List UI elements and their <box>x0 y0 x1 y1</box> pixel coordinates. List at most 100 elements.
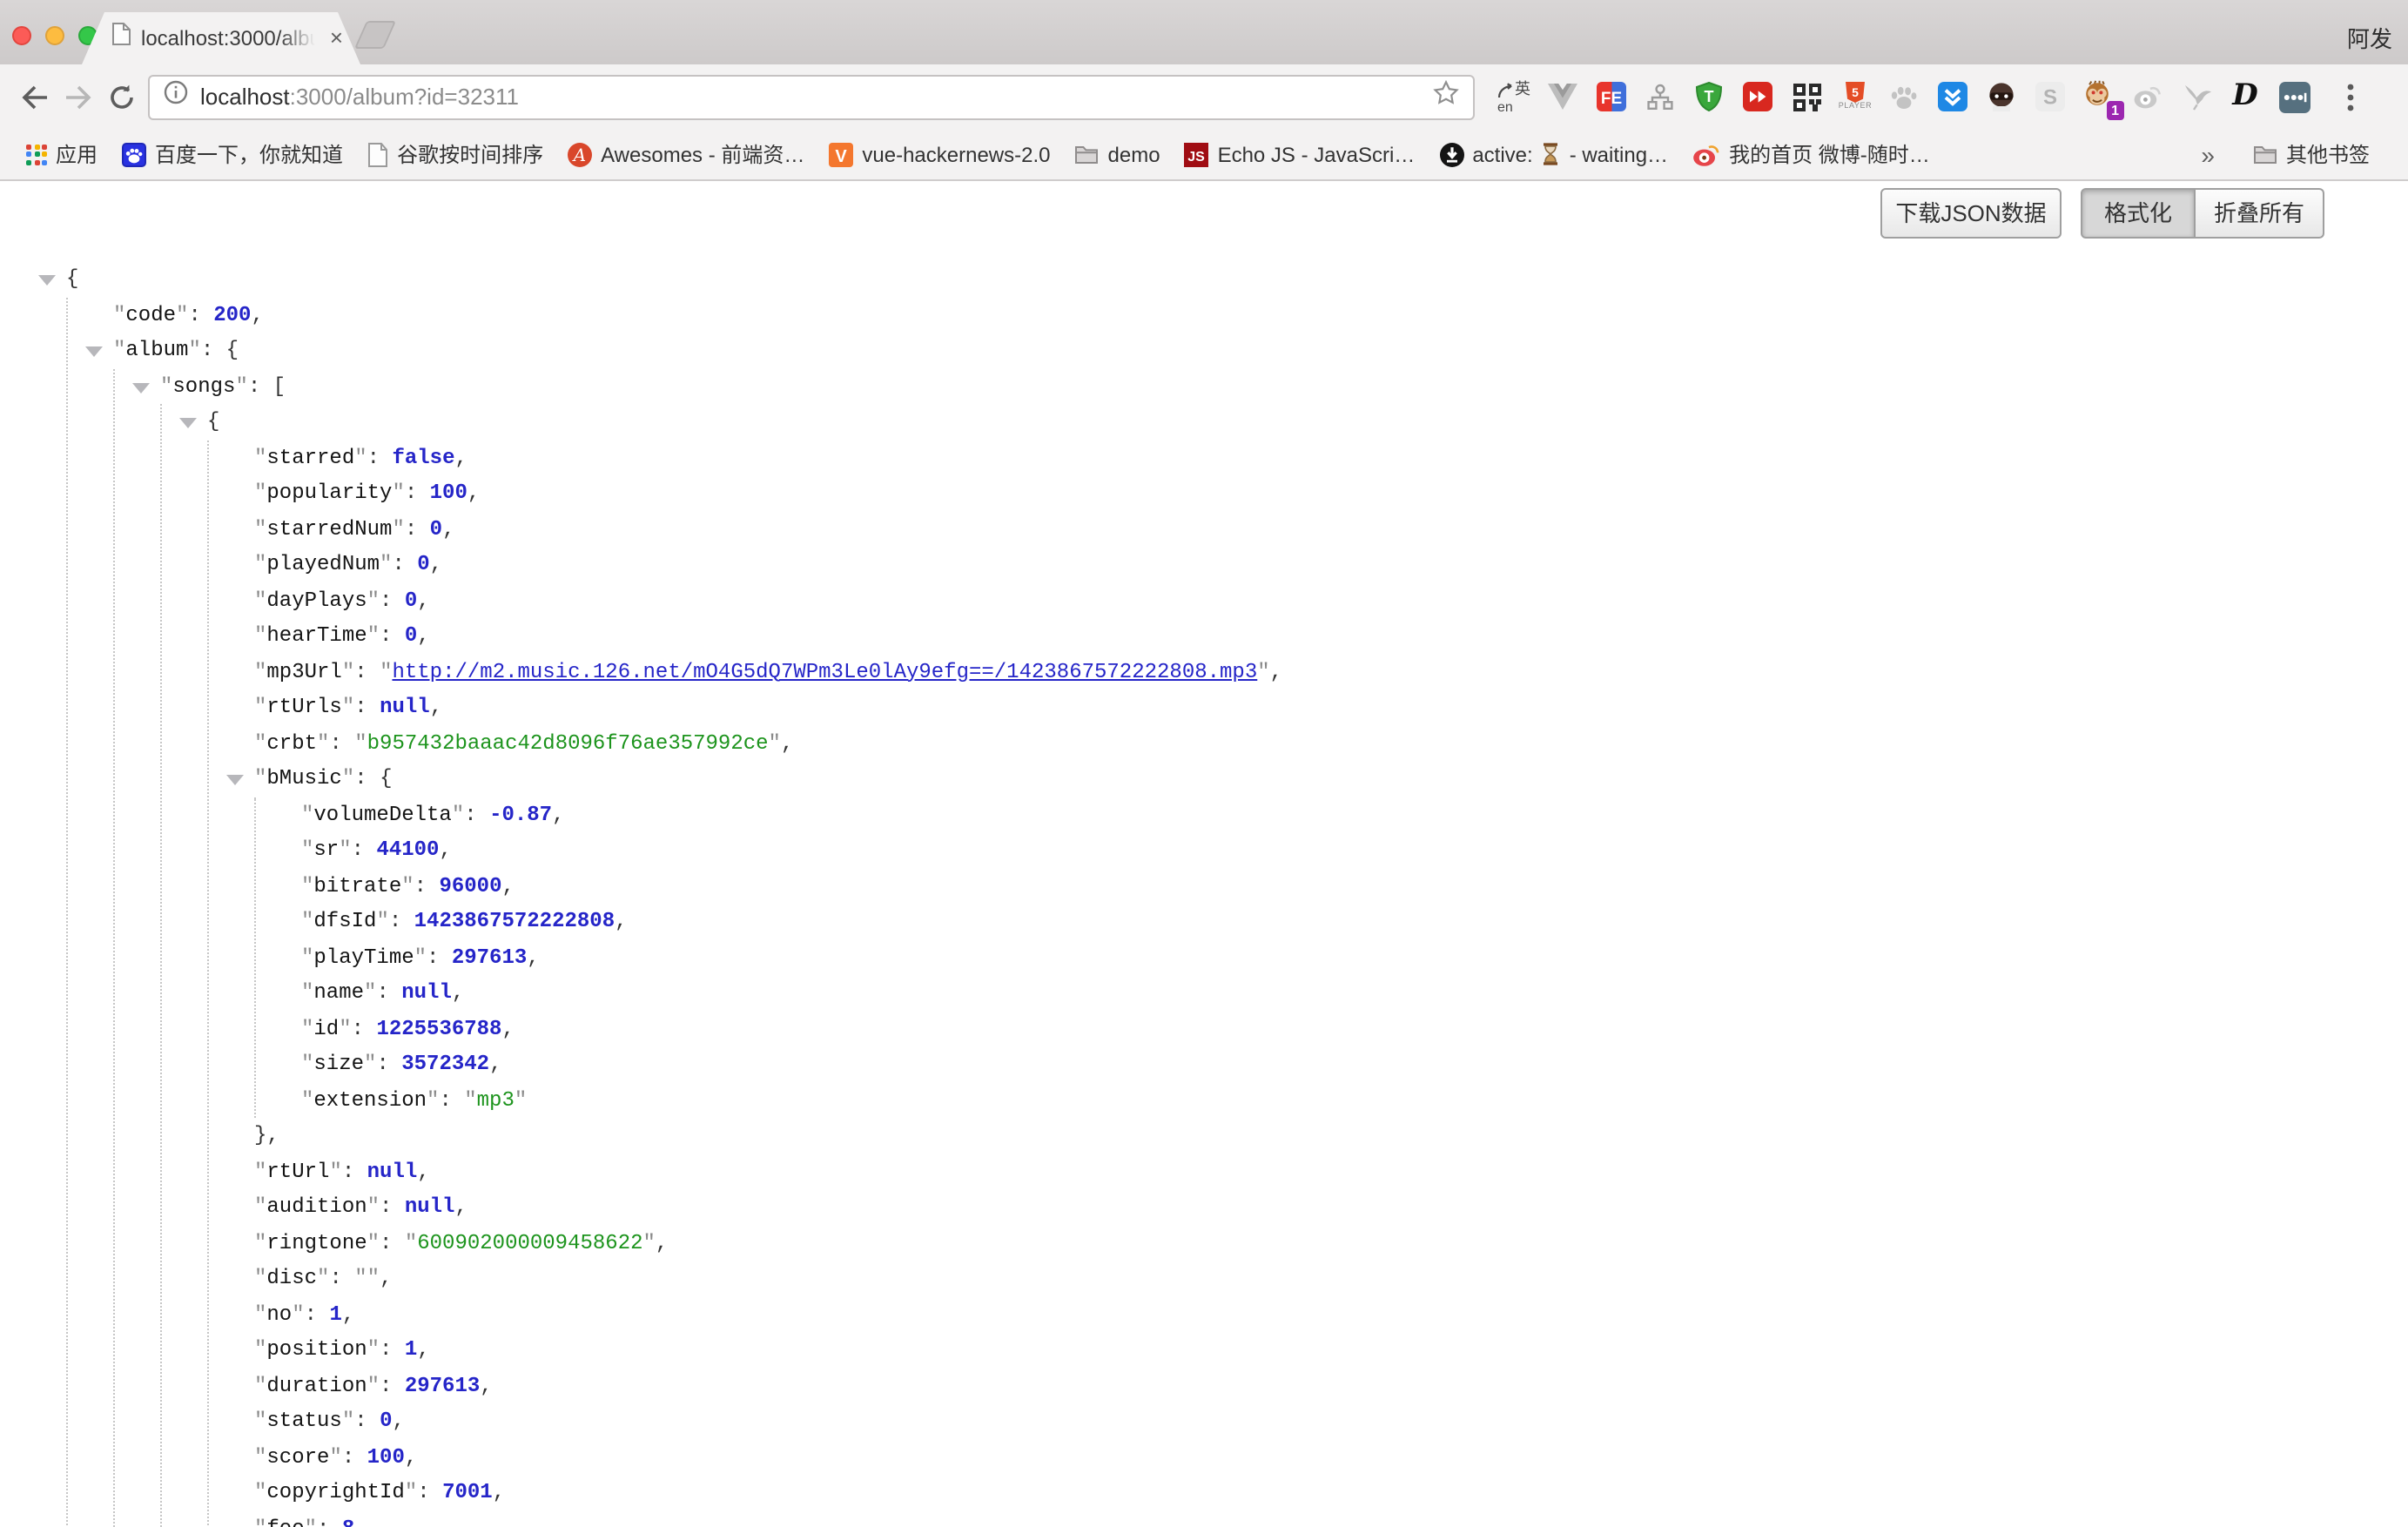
bookmark-item-5[interactable]: demo <box>1063 135 1173 173</box>
json-key: name <box>313 980 364 1005</box>
json-key: volumeDelta <box>313 802 451 826</box>
svg-text:S: S <box>2043 86 2057 110</box>
json-key: no <box>266 1302 292 1326</box>
fast-forward-red-icon[interactable] <box>1741 80 1774 113</box>
ellipsis-box-icon[interactable] <box>2277 80 2310 113</box>
json-node: {"code": 200,"album": {"songs": [{"starr… <box>66 261 1282 1527</box>
info-circle-icon[interactable] <box>164 80 188 113</box>
bookmark-item-3[interactable]: AAwesomes - 前端资… <box>555 135 817 173</box>
bookmark-item-1[interactable]: 百度一下，你就知道 <box>110 135 355 173</box>
dark-reader-icon[interactable]: D <box>2229 80 2262 113</box>
json-row-score: "score": 100, <box>254 1439 1282 1475</box>
json-node-bMusic: "bMusic": {"volumeDelta": -0.87,"sr": 44… <box>254 761 1282 1154</box>
url-text[interactable]: localhost:3000/album?id=32311 <box>200 84 1421 110</box>
collapse-toggle-icon[interactable] <box>226 775 244 785</box>
svg-text:A: A <box>572 144 586 165</box>
json-tree: {"code": 200,"album": {"songs": [{"starr… <box>0 261 1282 1527</box>
blue-chevron-icon[interactable] <box>1936 80 1969 113</box>
bookmark-label: active: <box>1472 142 1532 166</box>
hummingbird-icon[interactable] <box>2180 80 2213 113</box>
json-children: "starred": false,"popularity": 100,"star… <box>207 440 1282 1527</box>
forward-button[interactable] <box>56 74 99 119</box>
json-row-id: "id": 1225536788, <box>301 1011 1282 1046</box>
json-key: playTime <box>313 945 414 969</box>
vue-gray-icon[interactable] <box>1546 80 1579 113</box>
paw-icon[interactable] <box>1887 80 1920 113</box>
tab-strip: localhost:3000/album?id=323 × 阿发 <box>0 0 2408 64</box>
profile-name[interactable]: 阿发 <box>2347 21 2392 54</box>
json-row-name: "name": null, <box>301 975 1282 1011</box>
json-row-position: "position": 1, <box>254 1332 1282 1368</box>
bookmark-item-0[interactable]: 应用 <box>14 135 110 173</box>
collapse-toggle-icon[interactable] <box>85 346 103 357</box>
bookmarks-bar: 应用百度一下，你就知道谷歌按时间排序AAwesomes - 前端资…Vvue-h… <box>0 129 2408 181</box>
json-row-size: "size": 3572342, <box>301 1046 1282 1082</box>
json-children: "songs": [{"starred": false,"popularity"… <box>113 368 1282 1527</box>
bookmark-label: demo <box>1108 142 1160 166</box>
new-tab-button[interactable] <box>354 21 396 49</box>
collapse-toggle-icon[interactable] <box>132 382 150 393</box>
collapse-all-button[interactable]: 折叠所有 <box>2196 188 2324 239</box>
bookmark-item-4[interactable]: Vvue-hackernews-2.0 <box>817 135 1062 173</box>
json-key: starred <box>266 445 354 469</box>
json-number-value: 0 <box>430 516 442 541</box>
format-button[interactable]: 格式化 <box>2081 188 2196 239</box>
json-row-ringtone: "ringtone": "600902000009458622", <box>254 1225 1282 1261</box>
close-window-button[interactable] <box>12 26 31 45</box>
view-mode-button-group: 格式化 折叠所有 <box>2081 188 2324 239</box>
qr-code-icon[interactable] <box>1790 80 1823 113</box>
json-number-value: -0.87 <box>489 802 552 826</box>
download-json-button[interactable]: 下载JSON数据 <box>1880 188 2062 239</box>
back-button[interactable] <box>12 74 56 119</box>
json-row-disc: "disc": "", <box>254 1261 1282 1296</box>
tab-close-icon[interactable]: × <box>330 26 343 50</box>
other-bookmarks-item[interactable]: 其他书签 <box>2241 135 2382 173</box>
monkey-badge-icon[interactable]: 1 <box>2082 80 2115 113</box>
json-boolean-value: false <box>392 445 454 469</box>
json-key: ringtone <box>266 1230 367 1255</box>
json-url-link[interactable]: http://m2.music.126.net/mO4G5dQ7WPm3Le0l… <box>392 659 1257 683</box>
fe-icon[interactable]: FE <box>1595 80 1628 113</box>
json-row-duration: "duration": 297613, <box>254 1368 1282 1403</box>
svg-text:JS: JS <box>1188 149 1206 164</box>
reload-button[interactable] <box>99 74 143 119</box>
json-key: disc <box>266 1266 317 1290</box>
baidu-paw-icon <box>122 142 146 166</box>
browser-tab[interactable]: localhost:3000/album?id=323 × <box>82 12 360 64</box>
json-key: bMusic <box>266 766 341 790</box>
tab-title: localhost:3000/album?id=323 <box>141 26 319 50</box>
json-key: copyrightId <box>266 1480 404 1504</box>
json-row-audition: "audition": null, <box>254 1189 1282 1225</box>
chrome-menu-icon[interactable] <box>2328 74 2371 119</box>
json-row-dayPlays: "dayPlays": 0, <box>254 582 1282 618</box>
json-key: status <box>266 1409 341 1433</box>
json-row-code: "code": 200, <box>113 297 1282 333</box>
html5-player-icon[interactable]: 5PLAYER <box>1839 80 1872 113</box>
shield-t-icon[interactable]: T <box>1692 80 1725 113</box>
minimize-window-button[interactable] <box>45 26 64 45</box>
mask-icon[interactable] <box>1985 80 2018 113</box>
json-key: playedNum <box>266 552 380 576</box>
extension-badge: 1 <box>2106 101 2124 120</box>
collapse-toggle-icon[interactable] <box>179 418 197 428</box>
json-row-starredNum: "starredNum": 0, <box>254 511 1282 547</box>
json-number-value: 100 <box>430 481 467 505</box>
bookmark-item-2[interactable]: 谷歌按时间排序 <box>355 135 555 173</box>
other-bookmarks-folder[interactable]: 其他书签 <box>2229 135 2394 173</box>
json-row-sr: "sr": 44100, <box>301 832 1282 868</box>
sitemap-icon[interactable] <box>1644 80 1677 113</box>
json-number-value: 96000 <box>439 873 501 898</box>
translate-icon[interactable]: 英en <box>1497 80 1530 113</box>
bookmark-item-8[interactable]: 我的首页 微博-随时… <box>1680 135 1942 173</box>
bookmark-star-icon[interactable] <box>1433 79 1459 114</box>
bookmark-item-7[interactable]: active:- waiting… <box>1427 135 1680 173</box>
json-row-bitrate: "bitrate": 96000, <box>301 868 1282 904</box>
bookmarks-overflow-chevron[interactable]: » <box>2187 140 2229 168</box>
json-row-bMusic-close: }, <box>254 1118 1282 1154</box>
json-key: audition <box>266 1194 367 1219</box>
s-gray-icon[interactable]: S <box>2034 80 2067 113</box>
address-bar[interactable]: localhost:3000/album?id=32311 <box>148 74 1475 119</box>
bookmark-item-6[interactable]: JSEcho JS - JavaScri… <box>1173 135 1428 173</box>
weibo-gray-icon[interactable] <box>2131 80 2164 113</box>
collapse-toggle-icon[interactable] <box>38 275 56 286</box>
